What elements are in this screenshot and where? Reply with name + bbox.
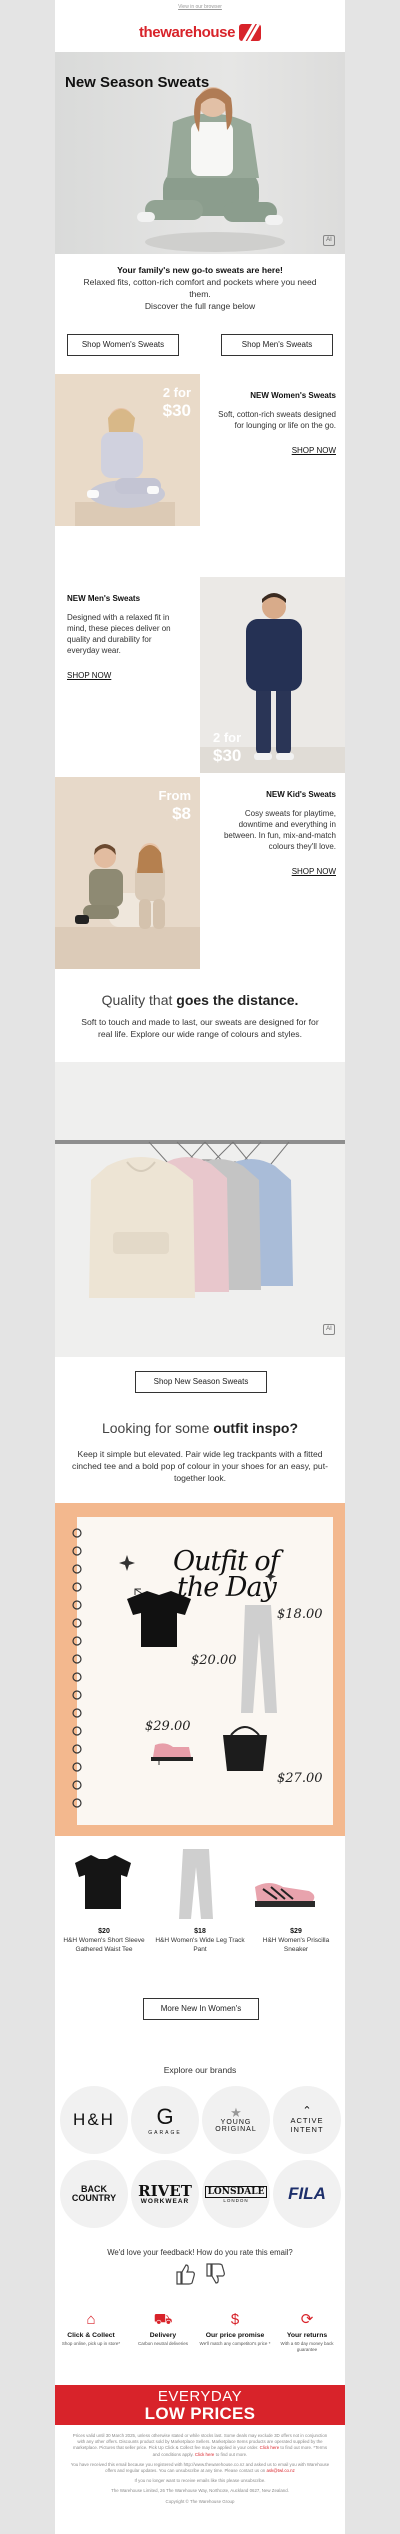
fine-print-link-1[interactable]: Click here xyxy=(260,2445,280,2450)
product-sneaker-price: $29 xyxy=(290,1928,302,1935)
board-price-sneaker: $29.00 xyxy=(145,1719,191,1734)
outfit-of-the-day-board[interactable]: Outfit of the Day $18.00 $20.00 $29.00 $2… xyxy=(55,1503,345,1836)
outfit-inspo-title: Looking for some outfit inspo? xyxy=(101,1420,299,1436)
mens-sweats-body: Designed with a relaxed fit in mind, the… xyxy=(67,613,171,655)
email-body: View in our browser thewarehouse New Sea… xyxy=(55,0,345,2534)
product-pant-price: $18 xyxy=(194,1928,206,1935)
mens-deal-badge: 2 for $30 xyxy=(213,730,242,765)
product-tee-name: H&H Women's Short Sleeve Gathered Waist … xyxy=(63,1937,145,1953)
ai-generated-tag-2: AI xyxy=(323,1324,335,1335)
product-pant[interactable]: $18 H&H Women's Wide Leg Track Pant xyxy=(155,1927,245,1954)
logo-mark-icon xyxy=(239,23,262,41)
mens-sweats-title: NEW Men's Sweats xyxy=(67,594,141,603)
womens-shop-now-link[interactable]: SHOP NOW xyxy=(292,446,336,455)
quality-title: Quality that goes the distance. xyxy=(101,992,299,1008)
perk-click-collect[interactable]: ⌂ Click & Collect Shop online, pick up i… xyxy=(55,2310,127,2347)
womens-sweats-tile[interactable]: 2 for $30 NEW Women's Sweats Soft, cotton… xyxy=(55,374,345,526)
kids-sweats-tile[interactable]: From $8 NEW Kid's Sweats Cosy sweats for … xyxy=(55,777,345,969)
product-tee-price: $20 xyxy=(98,1928,110,1935)
delivery-truck-icon: ⛟ xyxy=(153,2311,173,2328)
shop-mens-sweats-button[interactable]: Shop Men's Sweats xyxy=(221,334,333,356)
brand-fila-logo[interactable]: FILA xyxy=(273,2160,341,2228)
perks-row: ⌂ Click & Collect Shop online, pick up i… xyxy=(55,2310,345,2380)
brand-lonsdale-logo[interactable]: LONSDALE LONDON xyxy=(202,2160,270,2228)
intro-headline: Your family's new go-to sweats are here! xyxy=(117,265,283,275)
mens-sweats-copy: NEW Men's Sweats Designed with a relaxed… xyxy=(67,593,185,681)
outfit-inspo-body: Keep it simple but elevated. Pair wide l… xyxy=(72,1449,328,1483)
everyday-low-prices-banner[interactable]: EVERYDAY LOW PRICES xyxy=(55,2385,345,2425)
outfit-inspo-section: Looking for some outfit inspo? Keep it s… xyxy=(55,1420,345,1484)
board-title: Outfit of the Day xyxy=(173,1546,280,1603)
womens-deal-badge: 2 for $30 xyxy=(162,385,191,420)
product-images xyxy=(75,1849,315,1919)
feedback-question: We'd love your feedback! How do you rate… xyxy=(107,2248,293,2257)
shopping-bag-icon: ⌂ xyxy=(86,2311,96,2328)
product-pant-name: H&H Women's Wide Leg Track Pant xyxy=(155,1937,245,1953)
perk-price-promise[interactable]: $ Our price promise We'll match any comp… xyxy=(199,2310,271,2347)
feedback-rating xyxy=(173,2262,227,2286)
kids-sweats-copy: NEW Kid's Sweats Cosy sweats for playtim… xyxy=(212,789,336,877)
hoodie-rack-image[interactable]: AI xyxy=(55,1062,345,1357)
board-price-pant: $18.00 xyxy=(277,1607,323,1622)
perk-delivery[interactable]: ⛟ Delivery Carbon neutral deliveries xyxy=(127,2310,199,2347)
fine-print: Prices valid until 30 March 2025, unless… xyxy=(69,2433,331,2504)
returns-cycle-icon: ⟳ xyxy=(300,2311,314,2328)
intro-body: Relaxed fits, cotton-rich comfort and po… xyxy=(83,277,317,299)
kids-sweats-body: Cosy sweats for playtime, downtime and e… xyxy=(223,809,336,851)
kids-sweats-title: NEW Kid's Sweats xyxy=(266,790,336,799)
kids-shop-now-link[interactable]: SHOP NOW xyxy=(292,867,336,876)
board-price-tee: $20.00 xyxy=(191,1653,237,1668)
hero-banner[interactable]: New Season Sweats AI xyxy=(55,52,345,254)
mens-sweats-tile[interactable]: NEW Men's Sweats Designed with a relaxed… xyxy=(55,577,345,773)
brand-garage-logo[interactable]: G GARAGE xyxy=(131,2086,199,2154)
womens-sweats-body: Soft, cotton-rich sweats designed for lo… xyxy=(218,410,336,430)
shop-new-season-sweats-button[interactable]: Shop New Season Sweats xyxy=(135,1371,267,1393)
brand-active-intent-logo[interactable]: ⌃ ACTIVE INTENT xyxy=(273,2086,341,2154)
perk-returns[interactable]: ⟳ Your returns With a 60 day money back … xyxy=(271,2310,343,2353)
board-price-bag: $27.00 xyxy=(277,1771,323,1786)
brands-title: Explore our brands xyxy=(163,2065,237,2075)
ai-generated-tag: AI xyxy=(323,235,335,246)
quality-section: Quality that goes the distance. Soft to … xyxy=(55,976,345,1040)
contact-email-link[interactable]: ask@twl.co.nz xyxy=(266,2468,294,2473)
product-sneaker-name: H&H Women's Priscilla Sneaker xyxy=(262,1937,330,1953)
brand-hh-logo[interactable]: H&H xyxy=(60,2086,128,2154)
quality-body: Soft to touch and made to last, our swea… xyxy=(81,1017,319,1039)
mens-shop-now-link[interactable]: SHOP NOW xyxy=(67,671,111,680)
brand-rivet-workwear-logo[interactable]: RIVET WORKWEAR xyxy=(131,2160,199,2228)
shop-womens-sweats-button[interactable]: Shop Women's Sweats xyxy=(67,334,179,356)
product-sneaker[interactable]: $29 H&H Women's Priscilla Sneaker xyxy=(251,1927,341,1954)
product-tee[interactable]: $20 H&H Women's Short Sleeve Gathered Wa… xyxy=(59,1927,149,1954)
intro-copy: Your family's new go-to sweats are here!… xyxy=(55,264,345,312)
product-row: $20 H&H Women's Short Sleeve Gathered Wa… xyxy=(55,1843,345,1965)
dollar-icon: $ xyxy=(230,2311,240,2328)
intro-cta-line: Discover the full range below xyxy=(144,301,256,311)
thumbs-down-icon[interactable] xyxy=(203,2262,227,2286)
thumbs-up-icon[interactable] xyxy=(173,2262,197,2286)
view-in-browser-link[interactable]: View in our browser xyxy=(55,0,345,14)
kids-deal-badge: From $8 xyxy=(158,788,192,823)
brand-back-country-logo[interactable]: BACK COUNTRY xyxy=(60,2160,128,2228)
fine-print-link-2[interactable]: Click here xyxy=(195,2452,215,2457)
more-new-in-womens-button[interactable]: More New In Women's xyxy=(143,1998,259,2020)
email-viewport: View in our browser thewarehouse New Sea… xyxy=(0,0,400,2534)
womens-sweats-title: NEW Women's Sweats xyxy=(250,391,336,400)
brand-young-original-logo[interactable]: ★ YOUNG ORIGINAL xyxy=(202,2086,270,2154)
hero-title: New Season Sweats xyxy=(65,74,210,91)
chevron-up-icon: ⌃ xyxy=(302,2105,312,2117)
logo[interactable]: thewarehouse xyxy=(55,14,345,50)
logo-wordmark: thewarehouse xyxy=(138,23,236,41)
unsubscribe-note[interactable]: If you no longer want to receive emails … xyxy=(69,2478,331,2484)
womens-sweats-copy: NEW Women's Sweats Soft, cotton-rich swe… xyxy=(212,390,336,456)
star-icon: ★ xyxy=(230,2105,242,2120)
hoodie-rack-photo xyxy=(55,1140,345,1298)
